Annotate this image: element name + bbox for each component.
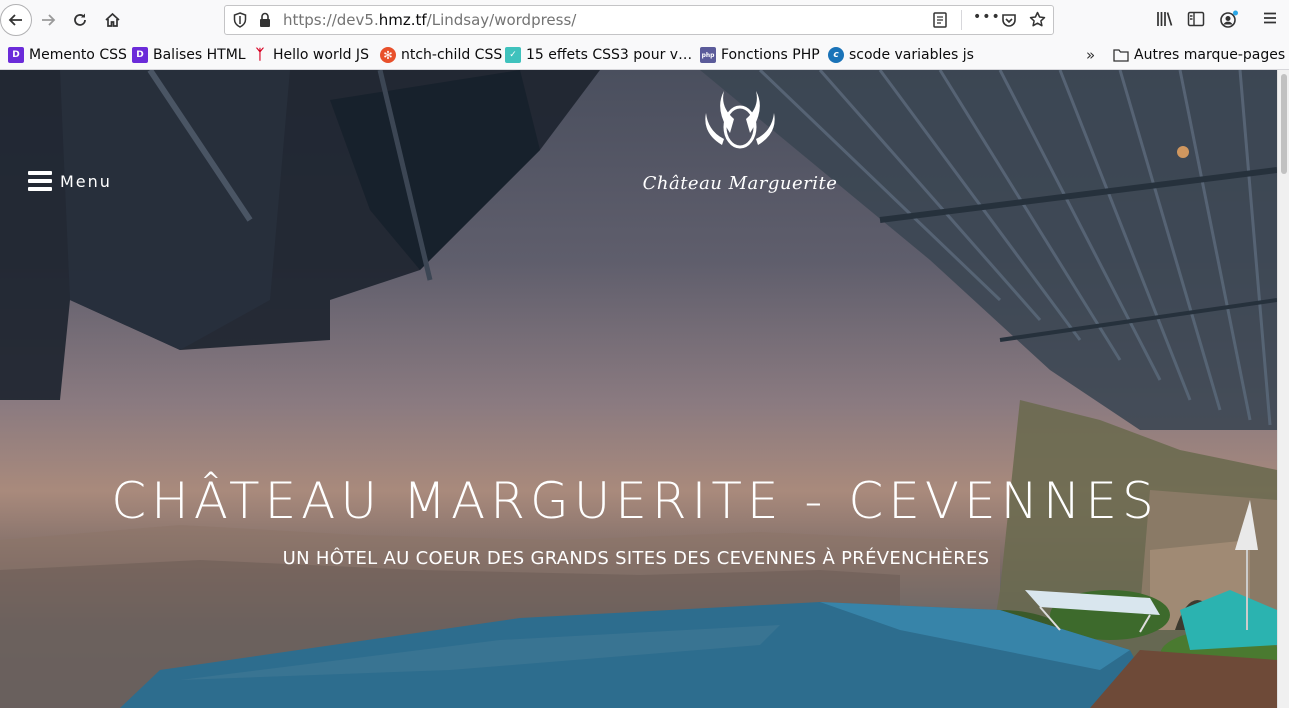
- bookmark-favicon-icon: ✓: [505, 47, 521, 63]
- page-viewport: Menu Château Marguerite CHÂTEAU MARGUERI…: [0, 70, 1277, 708]
- bookmark-favicon-icon: ✻: [380, 47, 396, 63]
- lotus-logo-icon[interactable]: [700, 87, 780, 151]
- hero-background-image: [0, 70, 1277, 708]
- library-icon[interactable]: [1156, 10, 1174, 28]
- reload-button[interactable]: [64, 4, 96, 36]
- scrollbar-thumb[interactable]: [1281, 74, 1287, 174]
- home-button[interactable]: [96, 4, 128, 36]
- forward-button[interactable]: [32, 4, 64, 36]
- home-icon: [104, 12, 120, 27]
- urlbar-separator: [961, 10, 962, 30]
- bookmark-label: Memento CSS: [29, 47, 127, 63]
- bookmark-label: scode variables js: [849, 47, 974, 63]
- bookmark-item[interactable]: D Memento CSS: [8, 45, 127, 65]
- page-scrollbar[interactable]: [1277, 70, 1289, 708]
- bookmark-label: ntch-child CSS: [401, 47, 503, 63]
- account-icon[interactable]: [1219, 10, 1239, 30]
- bookmarks-bar: D Memento CSS D Balises HTML ᛉ Hello wor…: [0, 40, 1289, 70]
- bookmark-item[interactable]: ✻ ntch-child CSS: [380, 45, 502, 65]
- address-bar[interactable]: https://dev5.hmz.tf/Lindsay/wordpress/ •…: [224, 5, 1054, 35]
- reload-icon: [74, 13, 86, 26]
- menu-label: Menu: [60, 171, 112, 191]
- back-button[interactable]: [0, 4, 32, 36]
- bookmark-favicon-icon: D: [132, 47, 148, 63]
- arrow-right-icon: [42, 14, 56, 26]
- url-domain: hmz.tf: [378, 11, 427, 29]
- lock-icon[interactable]: [259, 12, 271, 28]
- page-actions-button[interactable]: •••: [973, 9, 1001, 25]
- bookmark-favicon-icon: c: [828, 47, 844, 63]
- bookmark-item[interactable]: ✓ 15 effets CSS3 pour v…: [505, 45, 692, 65]
- hamburger-menu-icon[interactable]: [1262, 10, 1278, 26]
- bookmark-favicon-icon: ᛉ: [255, 47, 265, 63]
- browser-toolbar: https://dev5.hmz.tf/Lindsay/wordpress/ •…: [0, 0, 1289, 40]
- bookmark-item[interactable]: c scode variables js: [828, 45, 974, 65]
- shield-icon[interactable]: [233, 12, 247, 28]
- sidebar-icon[interactable]: [1187, 10, 1205, 28]
- site-logo-name[interactable]: Château Marguerite: [640, 173, 840, 194]
- bookmark-label: 15 effets CSS3 pour v…: [526, 47, 693, 63]
- hero-title: CHÂTEAU MARGUERITE - CEVENNES: [111, 472, 1159, 530]
- bookmark-item[interactable]: ᛉ Hello world JS: [252, 45, 369, 65]
- hamburger-icon: [28, 171, 52, 191]
- bookmark-folder-label: Autres marque-pages: [1134, 47, 1286, 63]
- bookmarks-overflow-button[interactable]: »: [1086, 46, 1095, 64]
- reader-view-icon[interactable]: [933, 12, 947, 28]
- bookmark-item[interactable]: D Balises HTML: [132, 45, 246, 65]
- arrow-left-icon: [8, 14, 22, 26]
- bookmark-label: Balises HTML: [153, 47, 246, 63]
- folder-icon: [1113, 49, 1129, 62]
- bookmark-item[interactable]: php Fonctions PHP: [700, 45, 820, 65]
- bookmark-folder[interactable]: Autres marque-pages: [1113, 45, 1285, 65]
- bookmark-favicon-icon: php: [700, 47, 716, 63]
- bookmark-label: Hello world JS: [273, 47, 369, 63]
- url-text[interactable]: https://dev5.hmz.tf/Lindsay/wordpress/: [283, 11, 576, 29]
- menu-toggle-button[interactable]: Menu: [28, 171, 112, 191]
- hero-subtitle: UN HÔTEL AU COEUR DES GRANDS SITES DES C…: [282, 548, 990, 569]
- url-path: /Lindsay/wordpress/: [426, 11, 577, 29]
- bookmark-label: Fonctions PHP: [721, 47, 820, 63]
- url-prefix: https://dev5.: [283, 11, 379, 29]
- bookmark-favicon-icon: D: [8, 47, 24, 63]
- bookmark-star-icon[interactable]: [1029, 11, 1046, 28]
- pocket-icon[interactable]: [1001, 12, 1017, 28]
